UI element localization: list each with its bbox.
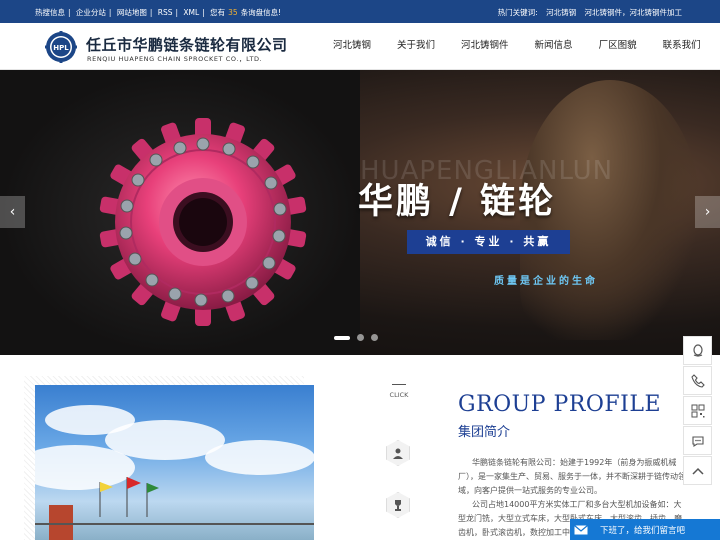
company-logo[interactable]: HPL [44, 31, 78, 63]
top-links: 热搜信息 | 企业分站 | 网站地图 | RSS | XML | 您有 35 条询盘信息! [35, 7, 287, 18]
qq-button[interactable] [683, 336, 712, 365]
leave-message-text: 下班了，给我们留言吧 [600, 525, 686, 536]
banner-next-button[interactable]: › [695, 196, 720, 228]
nav-item-cast-steel-parts[interactable]: 河北铸钢件 [448, 23, 522, 69]
wechat-icon [691, 435, 704, 447]
phone-button[interactable] [683, 366, 712, 395]
profile-paragraph-1: 华鹏链条链轮有限公司：始建于1992年（前身为振威机械厂），是一家集生产、贸易、… [458, 458, 686, 495]
profile-title-chinese: 集团简介 [458, 425, 511, 440]
photo-flags [99, 477, 159, 517]
floating-sidebar [683, 336, 712, 486]
click-label: CLICK [389, 391, 409, 399]
qq-icon [692, 343, 703, 357]
qrcode-icon [691, 404, 704, 417]
nav-item-news[interactable]: 新闻信息 [522, 23, 586, 69]
site-header: HPL 任丘市华鹏链条链轮有限公司 RENQIU HUAPENG CHAIN S… [0, 23, 720, 70]
back-to-top-icon [691, 467, 704, 475]
company-photo[interactable] [35, 385, 314, 540]
hot-keywords-label: 热门关键词: [497, 8, 538, 17]
qrcode-button[interactable] [683, 396, 712, 425]
svg-text:HPL: HPL [53, 44, 69, 52]
top-link-sitemap[interactable]: 网站地图 [117, 8, 147, 17]
hero-banner[interactable]: HUAPENGLIANLUN 华鹏 / 链轮 诚信 · 专业 · 共赢 质量是企… [0, 70, 720, 355]
nav-item-contact[interactable]: 联系我们 [650, 23, 714, 69]
mail-icon [570, 519, 592, 540]
photo-cloud [205, 440, 314, 475]
top-link-branch[interactable]: 企业分站 [76, 8, 106, 17]
nav-item-about[interactable]: 关于我们 [384, 23, 448, 69]
trophy-icon[interactable] [386, 492, 410, 518]
banner-dot-2[interactable] [357, 334, 364, 341]
banner-dot-1[interactable] [334, 335, 350, 340]
main-nav: 河北铸钢 关于我们 河北铸钢件 新闻信息 厂区图貌 联系我们 [320, 23, 714, 69]
banner-dot-3[interactable] [371, 334, 378, 341]
company-name-english: RENQIU HUAPENG CHAIN SPROCKET CO.，LTD. [87, 55, 263, 63]
top-link-rss[interactable]: RSS [158, 8, 173, 17]
nav-item-hebei-cast-steel[interactable]: 河北铸钢 [320, 23, 384, 69]
leave-message-bar[interactable]: 下班了，给我们留言吧 [570, 519, 720, 540]
hot-keyword-1[interactable]: 河北铸钢 [546, 8, 576, 17]
nav-item-factory[interactable]: 厂区图貌 [586, 23, 650, 69]
hot-keywords: 热门关键词: 河北铸钢 河北铸钢件，河北铸钢件加工 [492, 7, 682, 18]
banner-slogan: 华鹏 / 链轮 [358, 182, 557, 222]
back-to-top-button[interactable] [683, 456, 712, 485]
profile-section: CLICK GROUP PROFILE 集团简介 华鹏链条链轮有限公司：始建于1… [0, 376, 720, 540]
banner-motto: 诚信 · 专业 · 共赢 [407, 230, 570, 254]
inquiry-count: 35 [228, 8, 238, 17]
top-bar: 热搜信息 | 企业分站 | 网站地图 | RSS | XML | 您有 35 条询盘信息! 热… [0, 0, 720, 23]
hot-keyword-2[interactable]: 河北铸钢件，河北铸钢件加工 [585, 8, 683, 17]
company-name: 任丘市华鹏链条链轮有限公司 [86, 36, 288, 54]
banner-pagination [334, 334, 378, 341]
phone-icon [690, 373, 705, 388]
top-link-hot[interactable]: 热搜信息 [35, 8, 65, 17]
banner-prev-button[interactable]: ‹ [0, 196, 25, 228]
top-link-xml[interactable]: XML [183, 8, 199, 17]
banner-tagline: 质量是企业的生命 [494, 276, 598, 287]
photo-wire [35, 523, 314, 525]
team-icon[interactable] [386, 440, 410, 466]
sprocket-image [99, 118, 307, 326]
profile-title-english: GROUP PROFILE [458, 392, 662, 417]
click-indicator[interactable]: CLICK [388, 384, 410, 399]
inquiry-notice[interactable]: 您有 35 条询盘信息! [210, 8, 284, 17]
wechat-button[interactable] [683, 426, 712, 455]
